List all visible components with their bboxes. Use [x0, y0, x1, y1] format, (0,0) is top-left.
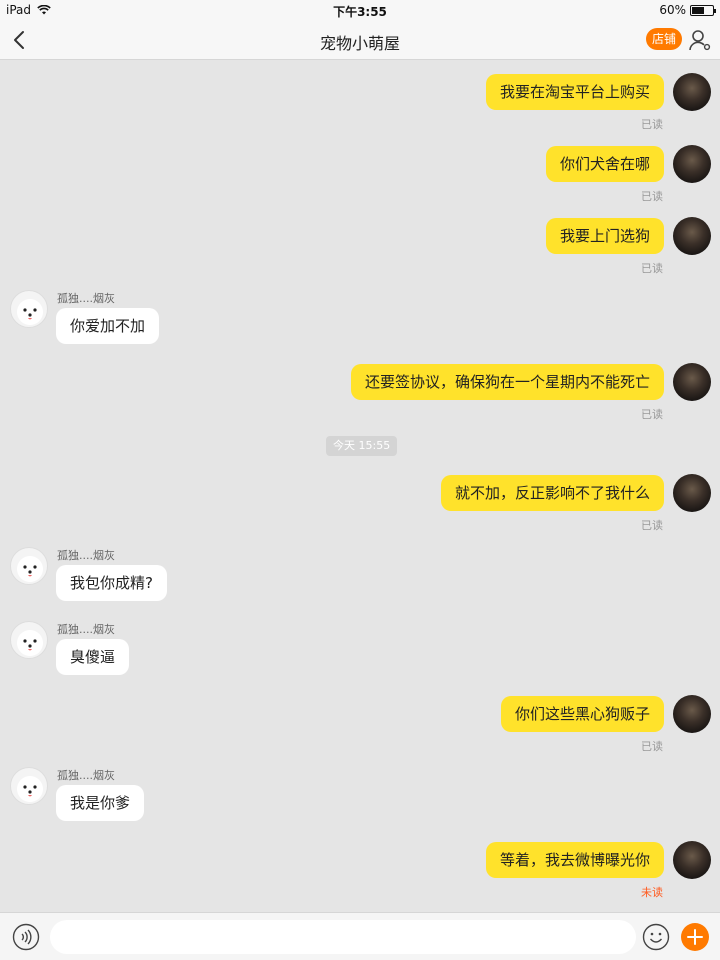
status-time: 下午3:55 [333, 5, 387, 19]
status-bar: iPad 下午3:55 60% [0, 0, 720, 20]
sender-name: 孤独....烟灰 [57, 292, 115, 305]
user-profile-icon[interactable] [688, 28, 712, 52]
sender-name: 孤独....烟灰 [57, 549, 115, 562]
plus-icon[interactable] [681, 923, 709, 951]
message-bubble-outgoing[interactable]: 我要上门选狗 [545, 218, 664, 254]
message-bubble-outgoing[interactable]: 我要在淘宝平台上购买 [485, 74, 664, 110]
my-avatar[interactable] [673, 363, 711, 401]
message-input[interactable] [50, 920, 636, 954]
my-avatar[interactable] [673, 217, 711, 255]
my-avatar[interactable] [673, 841, 711, 879]
dog-avatar-icon [17, 556, 43, 582]
read-status: 已读 [641, 408, 663, 421]
battery-icon [690, 4, 716, 16]
emoji-icon[interactable] [642, 923, 670, 951]
sender-name: 孤独....烟灰 [57, 623, 115, 636]
my-avatar[interactable] [673, 474, 711, 512]
input-bar [0, 912, 720, 960]
message-bubble-outgoing[interactable]: 你们这些黑心狗贩子 [500, 696, 664, 732]
message-bubble-incoming[interactable]: 你爱加不加 [56, 308, 160, 344]
sender-name: 孤独....烟灰 [57, 769, 115, 782]
page-title: 宠物小萌屋 [319, 34, 400, 53]
battery-percent: 60% [659, 3, 686, 17]
read-status: 已读 [641, 740, 663, 753]
message-bubble-incoming[interactable]: 我是你爹 [56, 785, 145, 821]
dog-avatar-icon [17, 776, 43, 802]
my-avatar[interactable] [673, 73, 711, 111]
read-status: 已读 [641, 519, 663, 532]
contact-avatar[interactable] [10, 767, 48, 805]
message-bubble-outgoing[interactable]: 就不加，反正影响不了我什么 [440, 475, 664, 511]
voice-input-icon[interactable] [12, 923, 40, 951]
read-status: 已读 [641, 190, 663, 203]
dog-avatar-icon [17, 299, 43, 325]
message-bubble-incoming[interactable]: 我包你成精? [56, 565, 167, 601]
read-status: 已读 [641, 262, 663, 275]
chat-timestamp: 今天 15:55 [326, 436, 398, 456]
read-status: 已读 [641, 118, 663, 131]
message-bubble-outgoing[interactable]: 还要签协议，确保狗在一个星期内不能死亡 [350, 364, 664, 400]
contact-avatar[interactable] [10, 621, 48, 659]
unread-status: 未读 [641, 886, 663, 899]
my-avatar[interactable] [673, 145, 711, 183]
message-bubble-incoming[interactable]: 臭傻逼 [56, 639, 130, 675]
message-bubble-outgoing[interactable]: 你们犬舍在哪 [545, 146, 664, 182]
shop-button[interactable]: 店铺 [646, 28, 682, 50]
plus-glyph [687, 929, 703, 945]
my-avatar[interactable] [673, 695, 711, 733]
contact-avatar[interactable] [10, 547, 48, 585]
nav-bar: 宠物小萌屋 店铺 [0, 20, 720, 60]
message-bubble-outgoing[interactable]: 等着，我去微博曝光你 [485, 842, 664, 878]
contact-avatar[interactable] [10, 290, 48, 328]
dog-avatar-icon [17, 630, 43, 656]
